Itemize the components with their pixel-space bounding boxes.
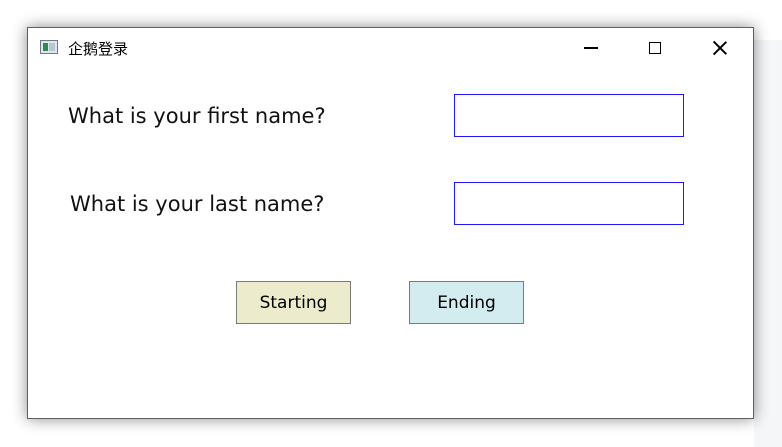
- login-window: 企鹅登录 What is your first name? What is yo…: [27, 27, 754, 419]
- maximize-button[interactable]: [632, 28, 678, 68]
- ending-button[interactable]: Ending: [409, 281, 524, 324]
- close-icon: [712, 40, 728, 56]
- title-bar[interactable]: 企鹅登录: [28, 28, 753, 68]
- starting-button[interactable]: Starting: [236, 281, 351, 324]
- maximize-icon: [649, 42, 661, 54]
- minimize-button[interactable]: [568, 28, 614, 68]
- minimize-icon: [584, 47, 598, 49]
- background-window-strip: [754, 40, 782, 447]
- first-name-label: What is your first name?: [68, 104, 326, 128]
- screenshot-stage: 企鹅登录 What is your first name? What is yo…: [0, 0, 782, 447]
- last-name-input[interactable]: [454, 182, 684, 225]
- window-title: 企鹅登录: [68, 40, 129, 58]
- app-window-icon: [40, 40, 58, 54]
- first-name-input[interactable]: [454, 94, 684, 137]
- close-button[interactable]: [697, 28, 743, 68]
- last-name-label: What is your last name?: [70, 192, 325, 216]
